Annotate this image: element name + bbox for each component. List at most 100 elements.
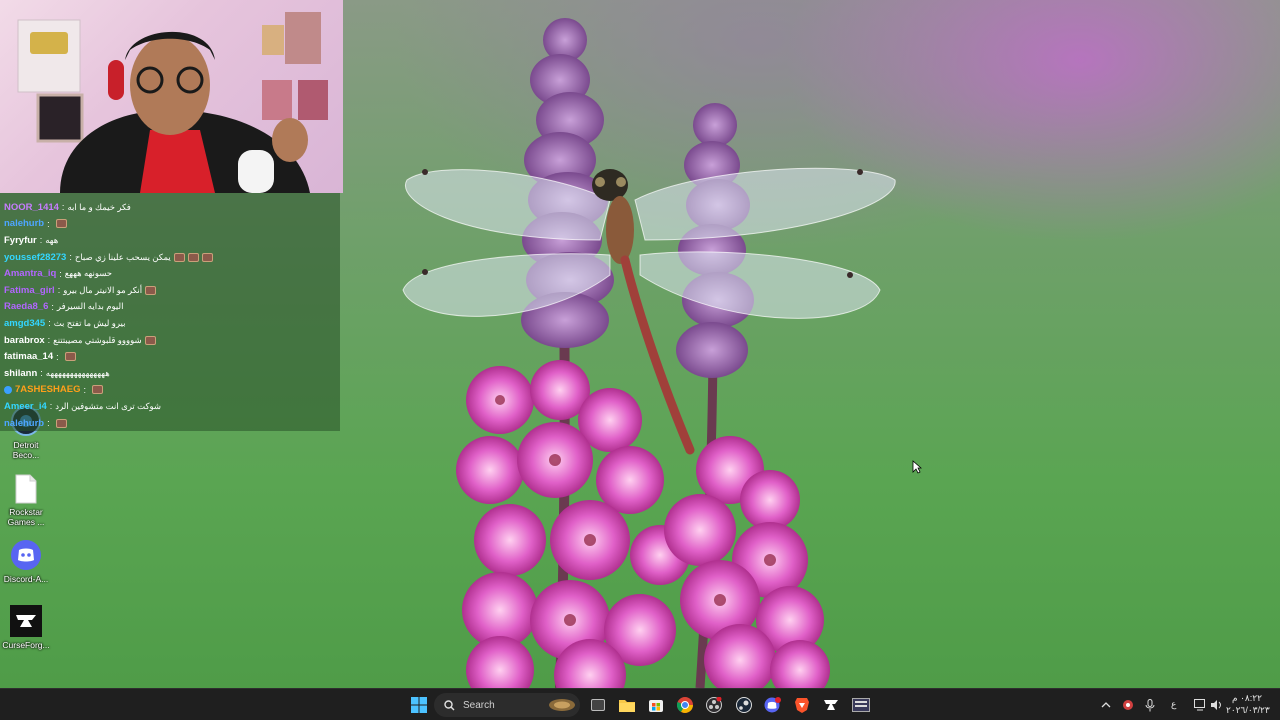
taskbar-chrome[interactable] [673, 693, 697, 717]
chat-emote-icon [64, 352, 76, 362]
discord-icon [11, 540, 41, 570]
webcam-image [17, 12, 328, 193]
desktop-icon-curseforge[interactable]: CurseForg... [0, 605, 52, 650]
chat-separator: : [40, 368, 43, 379]
search-highlight-icon [549, 699, 575, 711]
task-view-button[interactable] [586, 693, 610, 717]
volume-button[interactable] [1204, 693, 1228, 717]
chat-message: Fyryfur: ههه [0, 232, 340, 249]
chat-message-text: فكر خيمك و ما ابه [67, 201, 131, 212]
chat-message-text: أنكر مو الانيتر مال بيرو [63, 284, 143, 295]
chat-message: Fatima_girl: أنكر مو الانيتر مال بيرو [0, 282, 340, 299]
desktop-icon-rockstar[interactable]: Rockstar Games ... [0, 474, 52, 527]
subscriber-badge-icon [4, 385, 12, 394]
mouse-cursor-icon [912, 460, 922, 474]
chat-separator: : [48, 318, 51, 329]
chat-message-text: اليوم بدايه السيرفر [56, 301, 124, 312]
chat-username: barabrox [4, 334, 45, 346]
chat-message: Raeda8_6: اليوم بدايه السيرفر [0, 299, 340, 316]
show-hidden-icons-button[interactable] [1094, 693, 1118, 717]
wallpaper-dragonfly-art [402, 167, 896, 455]
chat-message: nalehurb: [0, 216, 340, 233]
streamer-webcam [0, 0, 343, 193]
discord-icon [764, 697, 781, 713]
taskbar-app[interactable] [849, 693, 873, 717]
chat-username: amgd345 [4, 317, 46, 329]
chat-message: Ameer_i4: شوكت ترى انت متشوفين الرد [0, 398, 340, 415]
file-explorer-icon [619, 700, 635, 712]
chat-message: Amantra_iq: حسونهه هههع [0, 265, 340, 282]
clock-time[interactable]: ٠٨:٢٢ م [1232, 693, 1262, 704]
store-icon [649, 700, 663, 712]
curseforge-icon [824, 700, 838, 710]
chat-message-text: هههههههههههههههه [45, 367, 110, 378]
chat-username: 7ASHESHAEG [15, 384, 81, 396]
steam-icon [736, 697, 752, 713]
chat-emote-icon [187, 252, 199, 262]
chrome-icon [677, 697, 693, 713]
input-language-indicator[interactable]: ع [1171, 699, 1176, 710]
chat-username: youssef28273 [4, 251, 67, 263]
stream-chat-overlay: NOOR_1414: فكر خيمك و ما ابه nalehurb: Fyry… [0, 193, 340, 431]
microphone-button[interactable] [1138, 693, 1162, 717]
chat-message-list: NOOR_1414: فكر خيمك و ما ابه nalehurb: Fyry… [0, 199, 340, 431]
chat-username: nalehurb [4, 218, 45, 230]
taskbar-obs[interactable] [702, 693, 726, 717]
app-icon [852, 698, 870, 712]
chat-username: nalehurb [4, 417, 45, 429]
chat-username: fatimaa_14 [4, 351, 54, 363]
curseforge-icon [10, 605, 42, 637]
chat-message: NOOR_1414: فكر خيمك و ما ابه [0, 199, 340, 216]
chat-message: amgd345: بيرو ليش ما تفتح بث [0, 315, 340, 332]
taskbar-file-explorer[interactable] [615, 693, 639, 717]
chat-message: fatimaa_14: [0, 348, 340, 365]
chat-emote-icon [91, 385, 103, 395]
task-view-icon [591, 699, 605, 711]
microphone-icon [1145, 698, 1155, 711]
desktop-icon-label: Rockstar Games ... [7, 507, 45, 527]
desktop-icon-label: Discord-A... [3, 574, 49, 584]
chat-message: 7ASHESHAEG: [0, 382, 340, 399]
chat-message: youssef28273: يمكن يسحب علينا زي صباح [0, 249, 340, 266]
start-button[interactable] [407, 693, 431, 717]
desktop-icon-discord[interactable]: Discord-A... [0, 539, 52, 584]
taskbar-search-box[interactable]: Search [434, 693, 580, 717]
chat-message: nalehurb: [0, 415, 340, 431]
chat-emote-icon [201, 252, 213, 262]
chat-separator: : [69, 252, 72, 263]
chat-message-text: شوكت ترى انت متشوفين الرد [55, 400, 162, 411]
chat-separator: : [59, 268, 62, 279]
chat-username: Amantra_iq [4, 268, 57, 280]
chat-separator: : [61, 202, 65, 213]
chevron-up-icon [1101, 702, 1111, 708]
chat-emote-icon [145, 285, 157, 295]
chat-separator: : [56, 351, 59, 362]
chat-username: Ameer_i4 [4, 400, 47, 412]
chat-username: Raeda8_6 [4, 301, 49, 313]
chat-separator: : [39, 235, 43, 246]
chat-message-text: شوووو قلبوشتي مصيبتتنع [53, 334, 142, 345]
chat-username: Fatima_girl [4, 284, 55, 296]
taskbar-store[interactable] [644, 693, 668, 717]
tray-app-icon [1123, 700, 1133, 710]
chat-separator: : [47, 218, 50, 229]
chat-message-text: بيرو ليش ما تفتح بث [53, 317, 126, 328]
taskbar-discord[interactable] [761, 693, 785, 717]
search-placeholder: Search [463, 699, 495, 711]
chat-emote-icon [55, 219, 67, 229]
brave-icon [795, 698, 809, 713]
chat-separator: : [47, 418, 50, 429]
chat-username: Fyryfur [4, 234, 37, 246]
taskbar-brave[interactable] [790, 693, 814, 717]
search-icon [444, 699, 455, 710]
chat-separator: : [47, 335, 51, 346]
start-icon [411, 697, 427, 713]
chat-message-text: يمكن يسحب علينا زي صباح [74, 251, 171, 262]
chat-separator: : [51, 301, 54, 312]
taskbar-curseforge[interactable] [819, 693, 843, 717]
taskbar-steam[interactable] [732, 693, 756, 717]
clock-date[interactable]: ٢٠٢٦/٠٣/٢٣ [1226, 705, 1270, 716]
tray-app-button[interactable] [1116, 693, 1140, 717]
chat-username: NOOR_1414 [4, 201, 59, 213]
desktop-icon-label: CurseForg... [2, 640, 50, 650]
